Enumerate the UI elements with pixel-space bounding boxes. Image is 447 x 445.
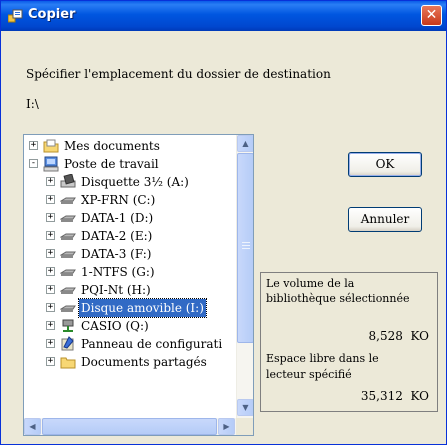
hard-drive-icon [60,215,76,222]
library-size-label-line2: bibliothèque sélectionnée [266,292,410,305]
my-computer-icon [43,156,59,172]
scrollbar-corner [236,418,253,435]
tree-horizontal-scrollbar[interactable]: ◀ ▶ [24,418,253,435]
expand-icon[interactable]: + [46,267,55,276]
expand-icon[interactable]: + [46,357,55,366]
free-space-label-line2: lecteur spécifié [266,368,352,381]
hard-drive-icon [60,251,76,258]
cancel-button[interactable]: Annuler [348,207,422,232]
tree-item-drive-h[interactable]: + PQI-Nt (H:) [24,281,237,299]
grip-line [242,242,250,243]
collapse-icon[interactable]: - [29,159,38,168]
tree-vertical-scrollbar[interactable]: ▲ ▼ [236,135,253,418]
tree-item-control-panel[interactable]: + Panneau de configurati [24,335,237,353]
title-bar[interactable]: Copier ✕ [1,1,446,31]
expand-icon[interactable]: + [46,285,55,294]
ok-button[interactable]: OK [348,152,422,177]
expand-icon[interactable]: + [46,339,55,348]
copy-dialog: Copier ✕ Spécifier l'emplacement du doss… [0,0,447,445]
close-button[interactable]: ✕ [421,5,442,26]
tree-item-label: DATA-3 (F:) [81,247,152,261]
tree-item-label: XP-FRN (C:) [81,193,156,207]
scroll-left-arrow-icon[interactable]: ◀ [24,418,41,435]
tree-item-label: PQI-Nt (H:) [81,283,151,297]
tree-item-floppy-a[interactable]: + Disquette 3½ (A:) [24,173,237,191]
tree-item-label: 1-NTFS (G:) [81,265,155,279]
tree-item-drive-e[interactable]: + DATA-2 (E:) [24,227,237,245]
control-panel-icon [61,336,74,351]
hard-drive-icon [60,197,76,204]
hard-drive-icon [60,269,76,276]
expand-icon[interactable]: + [46,249,55,258]
folder-tree-list: + Mes documents - Poste de travail + Dis… [24,137,237,418]
tree-item-label: DATA-2 (E:) [81,229,153,243]
tree-item-drive-c[interactable]: + XP-FRN (C:) [24,191,237,209]
shared-folder-icon [60,357,76,369]
expand-icon[interactable]: + [29,141,38,150]
tree-item-label: Disquette 3½ (A:) [81,175,189,189]
library-size-value: 8,528 KO [368,329,429,343]
tree-item-label: CASIO (Q:) [81,319,149,333]
free-space-label-line1: Espace libre dans le [266,352,379,365]
grip-line [242,245,250,246]
tree-item-removable-i[interactable]: + Disque amovible (I:) [24,298,237,318]
free-space-value: 35,312 KO [360,389,429,403]
expand-icon[interactable]: + [46,321,55,330]
removable-drive-icon [60,305,76,312]
expand-icon[interactable]: + [46,213,55,222]
tree-item-drive-d[interactable]: + DATA-1 (D:) [24,209,237,227]
tree-item-label: Mes documents [64,139,160,153]
destination-path: I:\ [26,97,39,111]
tree-item-label: Panneau de configurati [81,337,223,351]
tree-item-my-computer[interactable]: - Poste de travail [24,155,237,173]
tree-item-drive-g[interactable]: + 1-NTFS (G:) [24,263,237,281]
tree-item-drive-f[interactable]: + DATA-3 (F:) [24,245,237,263]
scroll-down-arrow-icon[interactable]: ▼ [237,399,253,416]
scroll-up-arrow-icon[interactable]: ▲ [237,135,253,152]
expand-icon[interactable]: + [46,231,55,240]
hard-drive-icon [60,287,76,294]
size-info-panel: Le volume de la bibliothèque sélectionné… [260,272,438,412]
copy-app-icon [8,9,23,23]
folder-tree[interactable]: + Mes documents - Poste de travail + Dis… [23,134,254,436]
tree-item-label: Poste de travail [64,157,159,171]
tree-item-label: DATA-1 (D:) [81,211,154,225]
vertical-scroll-thumb[interactable] [237,153,253,343]
my-documents-icon [43,139,59,153]
network-drive-icon [62,319,74,332]
library-size-label-line1: Le volume de la [266,277,355,290]
tree-item-label: Documents partagés [81,355,207,369]
grip-line [242,248,250,249]
horizontal-scroll-thumb[interactable] [42,418,217,435]
expand-icon[interactable]: + [46,303,55,312]
hard-drive-icon [60,233,76,240]
tree-item-shared-documents[interactable]: + Documents partagés [24,353,237,371]
window-title: Copier [28,7,76,22]
scroll-right-arrow-icon[interactable]: ▶ [218,418,235,435]
floppy-drive-icon [60,174,76,188]
tree-item-my-documents[interactable]: + Mes documents [24,137,237,155]
tree-item-label-selected: Disque amovible (I:) [78,298,207,318]
expand-icon[interactable]: + [46,177,55,186]
expand-icon[interactable]: + [46,195,55,204]
tree-item-casio-q[interactable]: + CASIO (Q:) [24,317,237,335]
instruction-text: Spécifier l'emplacement du dossier de de… [26,67,331,81]
